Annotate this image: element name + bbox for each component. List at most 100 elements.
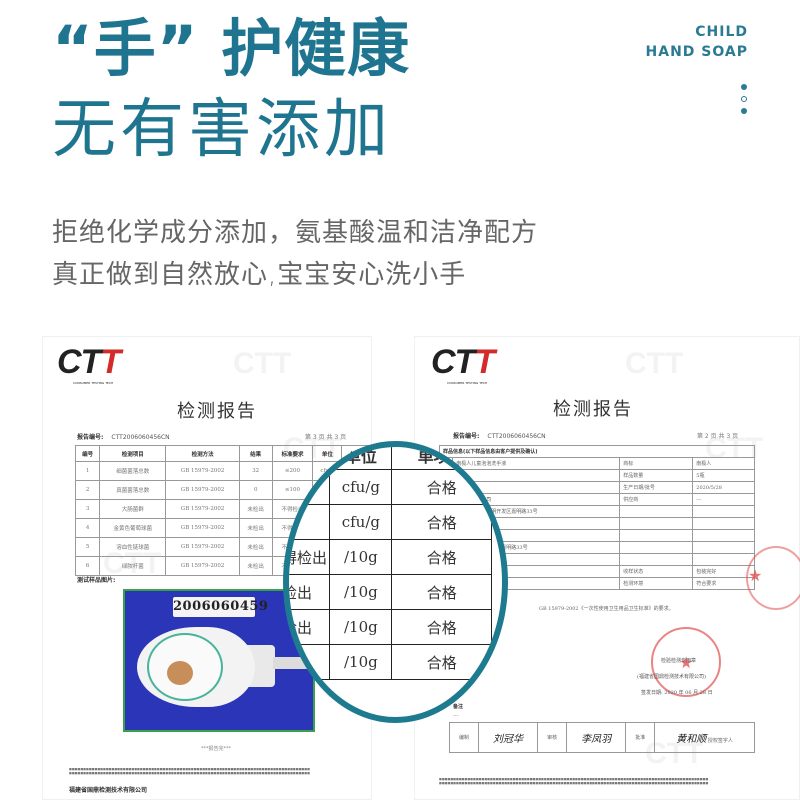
report-number-value: CTT2006060456CN — [111, 434, 170, 441]
ctt-logo: CTT — [57, 343, 121, 381]
table-cell: 合格 — [391, 609, 492, 645]
description-line-1: 拒绝化学成分添加，氨基酸温和洁净配方 — [52, 218, 539, 248]
table-cell: 得检出 — [289, 539, 331, 575]
table-cell: 0 — [238, 480, 273, 500]
table-cell: 检出 — [289, 574, 331, 610]
table-cell: 5瓶 — [692, 469, 755, 482]
table-cell — [692, 517, 755, 530]
headline-subtitle: 无有害添加 — [52, 93, 392, 167]
table-cell: 合格 — [391, 469, 492, 505]
table-cell: cfu/g — [329, 504, 393, 540]
table-cell — [692, 529, 755, 542]
table-cell: GB 15979-2002 — [165, 518, 240, 538]
testing-company: 福建省国鼎检测技术有限公司 — [69, 787, 148, 794]
magnifier-callout: 单位单项判 cfu/g合格0cfu/g合格得检出/10g合格检出/10g合格检出… — [283, 441, 508, 723]
column-header: 检测项目 — [99, 445, 167, 462]
table-cell: /10g — [329, 574, 393, 610]
report-number: 报告编号: CTT2006060456CN — [77, 432, 170, 441]
table-row: 得检出/10g 合格 — [289, 539, 492, 575]
ctt-logo-subtitle: CONSUMER TESTING TECH — [447, 381, 488, 385]
table-row: cfu/g 合格 — [289, 469, 492, 505]
table-cell: 南极人 — [692, 457, 755, 470]
table-cell: 6 — [74, 556, 101, 576]
table-cell — [619, 529, 694, 542]
table-cell: GB 15979-2002 — [165, 461, 240, 481]
ctt-logo-subtitle: CONSUMER TESTING TECH — [73, 381, 114, 385]
table-cell: 检出 — [289, 609, 331, 645]
seal-company: (福建省国鼎检测技术有限公司) — [637, 674, 706, 680]
report-number-value: CTT2006060456CN — [487, 433, 546, 440]
remark-label: 备注 — [453, 704, 464, 710]
table-cell: 真菌菌落总数 — [99, 480, 167, 500]
seal-star-icon: ★ — [748, 566, 763, 585]
table-cell: 5 — [74, 537, 101, 557]
table-row: 0cfu/g合格 — [289, 504, 492, 540]
pager-dots — [740, 84, 748, 120]
table-cell — [619, 517, 694, 530]
sign-label: 批准 — [625, 722, 656, 753]
table-cell: 2 — [74, 480, 101, 500]
signature-table: 编制 刘冠华 审核 李凤羽 批准 黄和顺 授权签字人 — [449, 722, 755, 753]
table-cell: 商标 — [619, 457, 694, 470]
brand-line-2: HAND SOAP — [645, 44, 748, 60]
table-cell: 溶血性链球菌 — [99, 537, 167, 557]
signature: 黄和顺 — [676, 734, 707, 745]
sample-id-tag: 2006060459 — [173, 597, 268, 617]
partial-seal-icon: ★ — [746, 546, 800, 610]
table-cell: 金黄色葡萄球菌 — [99, 518, 167, 538]
watermark: CTT — [625, 347, 684, 380]
report-number: 报告编号: CTT2006060456CN — [453, 431, 546, 440]
headline-title: “手” 护健康 — [52, 12, 411, 85]
table-cell: 1 — [74, 461, 101, 481]
page-number: 第 3 页 共 3 页 — [305, 434, 347, 441]
seal-title: 检验检测专用章 — [661, 658, 697, 664]
table-cell: 检测环境 — [619, 577, 694, 590]
report-number-label: 报告编号: — [453, 433, 480, 440]
table-cell: 大肠菌群 — [99, 499, 167, 519]
pager-dot-icon — [741, 96, 747, 102]
signature-cell: 黄和顺 授权签字人 — [654, 722, 755, 753]
remark-value: --- — [453, 713, 459, 719]
table-cell: /10g — [329, 609, 393, 645]
fine-print: ■■■■■■■■■■■■■■■■■■■■■■■■■■■■■■■■■■■■■■■■… — [69, 767, 310, 775]
description-line-2: 真正做到自然放心,宝宝安心洗小手 — [52, 260, 467, 290]
pager-dot-icon — [741, 108, 747, 114]
table-cell: 32 — [238, 461, 273, 481]
table-cell — [619, 553, 694, 566]
table-cell — [289, 469, 331, 505]
table-cell: 样品数量 — [619, 469, 694, 482]
table-cell — [289, 644, 331, 680]
table-cell: 未检出 — [238, 518, 273, 538]
table-cell — [619, 505, 694, 518]
page-number: 第 2 页 共 3 页 — [697, 433, 739, 440]
table-cell: /10g — [329, 644, 393, 680]
table-cell: 生产日期/批号 — [619, 481, 694, 494]
sign-label: 编制 — [449, 722, 479, 753]
table-cell: --- — [692, 493, 755, 506]
signature: 李凤羽 — [566, 722, 627, 753]
sample-photo-label: 测试样品图片: — [77, 577, 116, 584]
table-cell: cfu/g — [329, 469, 393, 505]
table-cell: 0 — [289, 504, 331, 540]
table-cell: GB 15979-2002 — [165, 537, 240, 557]
signature: 刘冠华 — [477, 722, 539, 753]
watermark: CTT — [233, 347, 292, 380]
fine-print: ■■■■■■■■■■■■■■■■■■■■■■■■■■■■■■■■■■■■■■■■… — [439, 777, 709, 785]
signatory-label: 授权签字人 — [707, 738, 733, 744]
table-cell: 3 — [74, 499, 101, 519]
report-number-label: 报告编号: — [77, 434, 104, 441]
table-cell: 收样状态 — [619, 565, 694, 578]
table-cell: GB 15979-2002 — [165, 556, 240, 576]
table-cell: 合格 — [391, 574, 492, 610]
issue-date: 签发日期: 2020 年 06 月 28 日 — [641, 690, 713, 696]
brand-label: CHILD HAND SOAP — [646, 22, 748, 62]
table-row: 检出/10g 合格 — [289, 609, 492, 645]
table-cell: 未检出 — [238, 537, 273, 557]
table-cell — [692, 505, 755, 518]
pager-dot-icon — [741, 84, 747, 90]
table-cell: 合格 — [391, 504, 492, 540]
table-row: 检出/10g 合格 — [289, 574, 492, 610]
column-header: 编号 — [74, 445, 101, 462]
conclusion-text: GB 15979-2002《一次性使用卫生用品卫生标准》的要求。 — [539, 606, 674, 612]
table-cell: /10g — [329, 539, 393, 575]
